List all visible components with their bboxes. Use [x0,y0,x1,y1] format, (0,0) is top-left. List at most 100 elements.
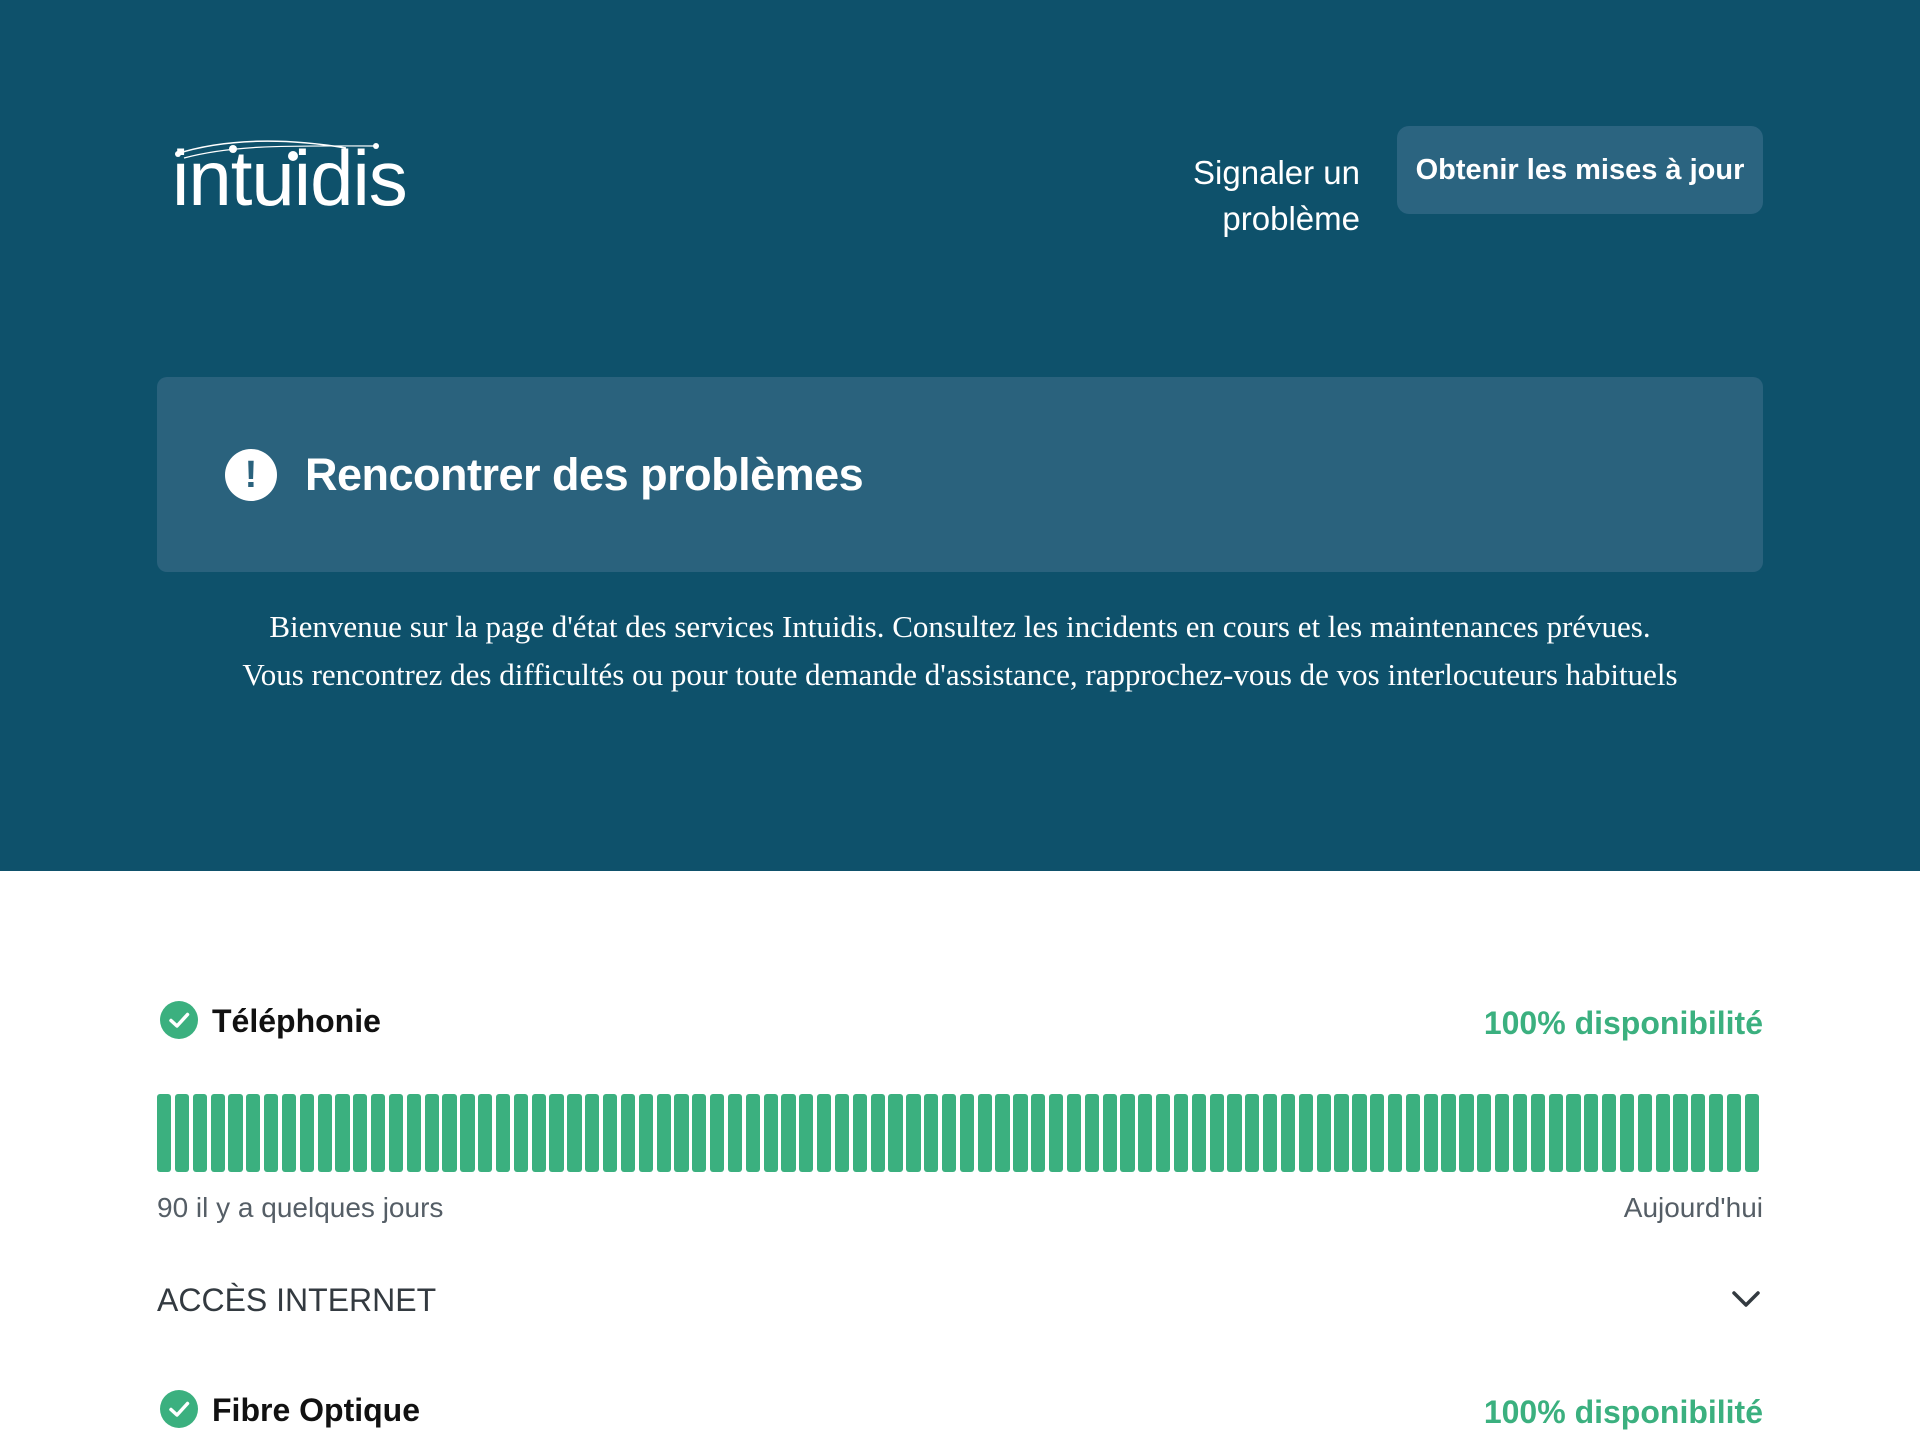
intro-line-1: Bienvenue sur la page d'état des service… [269,609,1651,644]
uptime-day-bar[interactable] [406,1094,421,1172]
uptime-day-bar[interactable] [745,1094,760,1172]
uptime-day-bar[interactable] [1512,1094,1528,1172]
uptime-day-bar[interactable] [763,1094,778,1172]
uptime-day-bar[interactable] [781,1094,796,1172]
uptime-day-bar[interactable] [1263,1094,1278,1172]
uptime-day-bar[interactable] [1138,1094,1153,1172]
uptime-day-bar[interactable] [1370,1094,1385,1172]
uptime-day-bar[interactable] [888,1094,903,1172]
uptime-day-bar[interactable] [388,1094,404,1172]
uptime-day-bar[interactable] [603,1094,618,1172]
uptime-day-bar[interactable] [281,1094,297,1172]
uptime-day-bar[interactable] [1280,1094,1296,1172]
uptime-day-bar[interactable] [424,1094,439,1172]
uptime-day-bar[interactable] [692,1094,707,1172]
uptime-day-bar[interactable] [1423,1094,1438,1172]
uptime-day-bar[interactable] [246,1094,261,1172]
uptime-day-bar[interactable] [478,1094,493,1172]
uptime-day-bar[interactable] [1548,1094,1563,1172]
uptime-day-bar[interactable] [513,1094,529,1172]
uptime-day-bar[interactable] [299,1094,314,1172]
get-updates-button[interactable]: Obtenir les mises à jour [1397,126,1763,214]
uptime-day-bar[interactable] [1102,1094,1117,1172]
component-header: Fibre Optique 100% disponibilité [157,1388,1763,1432]
uptime-day-bar[interactable] [442,1094,457,1172]
uptime-day-bar[interactable] [710,1094,725,1172]
intuidis-logo[interactable]: intuidis [166,134,408,218]
component-name: Téléphonie [212,1003,381,1039]
uptime-day-bar[interactable] [656,1094,671,1172]
uptime-day-bar[interactable] [174,1094,190,1172]
uptime-day-bar[interactable] [1584,1094,1599,1172]
uptime-day-bar[interactable] [1477,1094,1492,1172]
uptime-day-bar[interactable] [817,1094,832,1172]
uptime-day-bar[interactable] [264,1094,279,1172]
uptime-day-bar[interactable] [210,1094,225,1172]
uptime-day-bar[interactable] [1013,1094,1028,1172]
uptime-day-bar[interactable] [1709,1094,1724,1172]
uptime-day-bar[interactable] [1298,1094,1313,1172]
uptime-day-bar[interactable] [495,1094,511,1172]
uptime-day-bar[interactable] [1441,1094,1456,1172]
uptime-day-bar[interactable] [1566,1094,1581,1172]
uptime-day-bar[interactable] [567,1094,582,1172]
uptime-day-bar[interactable] [1619,1094,1635,1172]
uptime-day-bar[interactable] [1209,1094,1224,1172]
uptime-day-bar[interactable] [228,1094,243,1172]
uptime-day-bar[interactable] [1673,1094,1688,1172]
uptime-day-bar[interactable] [1691,1094,1706,1172]
uptime-day-bar[interactable] [977,1094,992,1172]
uptime-day-bar[interactable] [959,1094,975,1172]
uptime-day-bar[interactable] [1495,1094,1510,1172]
uptime-day-bar[interactable] [1744,1094,1759,1172]
uptime-day-bar[interactable] [460,1094,475,1172]
uptime-day-bar[interactable] [941,1094,957,1172]
uptime-day-bar[interactable] [1245,1094,1260,1172]
uptime-day-bar[interactable] [1066,1094,1082,1172]
uptime-day-bar[interactable] [549,1094,564,1172]
uptime-day-bar[interactable] [371,1094,386,1172]
uptime-day-bar[interactable] [353,1094,368,1172]
uptime-day-bar[interactable] [1191,1094,1206,1172]
uptime-day-bar[interactable] [531,1094,546,1172]
uptime-day-bar[interactable] [1173,1094,1189,1172]
uptime-day-bar[interactable] [1352,1094,1367,1172]
uptime-day-bar[interactable] [1334,1094,1349,1172]
uptime-day-bar[interactable] [1637,1094,1652,1172]
uptime-day-bar[interactable] [1120,1094,1135,1172]
uptime-day-bar[interactable] [157,1094,172,1172]
group-acces-internet[interactable]: ACCÈS INTERNET [157,1278,1763,1322]
chevron-down-icon[interactable] [1729,1284,1763,1314]
hero-header: intuidis Signaler un problème Obtenir le… [0,0,1920,871]
uptime-day-bar[interactable] [1530,1094,1545,1172]
uptime-day-bar[interactable] [1156,1094,1171,1172]
uptime-day-bar[interactable] [906,1094,921,1172]
uptime-day-bar[interactable] [1031,1094,1046,1172]
uptime-day-bar[interactable] [317,1094,332,1172]
uptime-day-bar[interactable] [674,1094,689,1172]
report-problem-link[interactable]: Signaler un problème [1050,150,1360,237]
uptime-day-bar[interactable] [834,1094,850,1172]
uptime-day-bar[interactable] [727,1094,743,1172]
uptime-day-bar[interactable] [995,1094,1010,1172]
uptime-day-bar[interactable] [192,1094,207,1172]
uptime-day-bar[interactable] [1227,1094,1242,1172]
uptime-day-bar[interactable] [1602,1094,1617,1172]
uptime-day-bar[interactable] [799,1094,814,1172]
uptime-day-bar[interactable] [1387,1094,1403,1172]
uptime-day-bar[interactable] [638,1094,653,1172]
uptime-day-bar[interactable] [1405,1094,1421,1172]
uptime-day-bar[interactable] [1726,1094,1742,1172]
uptime-day-bar[interactable] [852,1094,867,1172]
uptime-day-bar[interactable] [1049,1094,1064,1172]
uptime-day-bar[interactable] [1084,1094,1099,1172]
uptime-bars [157,1094,1763,1172]
uptime-day-bar[interactable] [335,1094,350,1172]
uptime-day-bar[interactable] [620,1094,636,1172]
uptime-day-bar[interactable] [585,1094,600,1172]
uptime-day-bar[interactable] [1316,1094,1331,1172]
uptime-day-bar[interactable] [1459,1094,1474,1172]
uptime-day-bar[interactable] [924,1094,939,1172]
uptime-day-bar[interactable] [1655,1094,1670,1172]
uptime-day-bar[interactable] [870,1094,885,1172]
